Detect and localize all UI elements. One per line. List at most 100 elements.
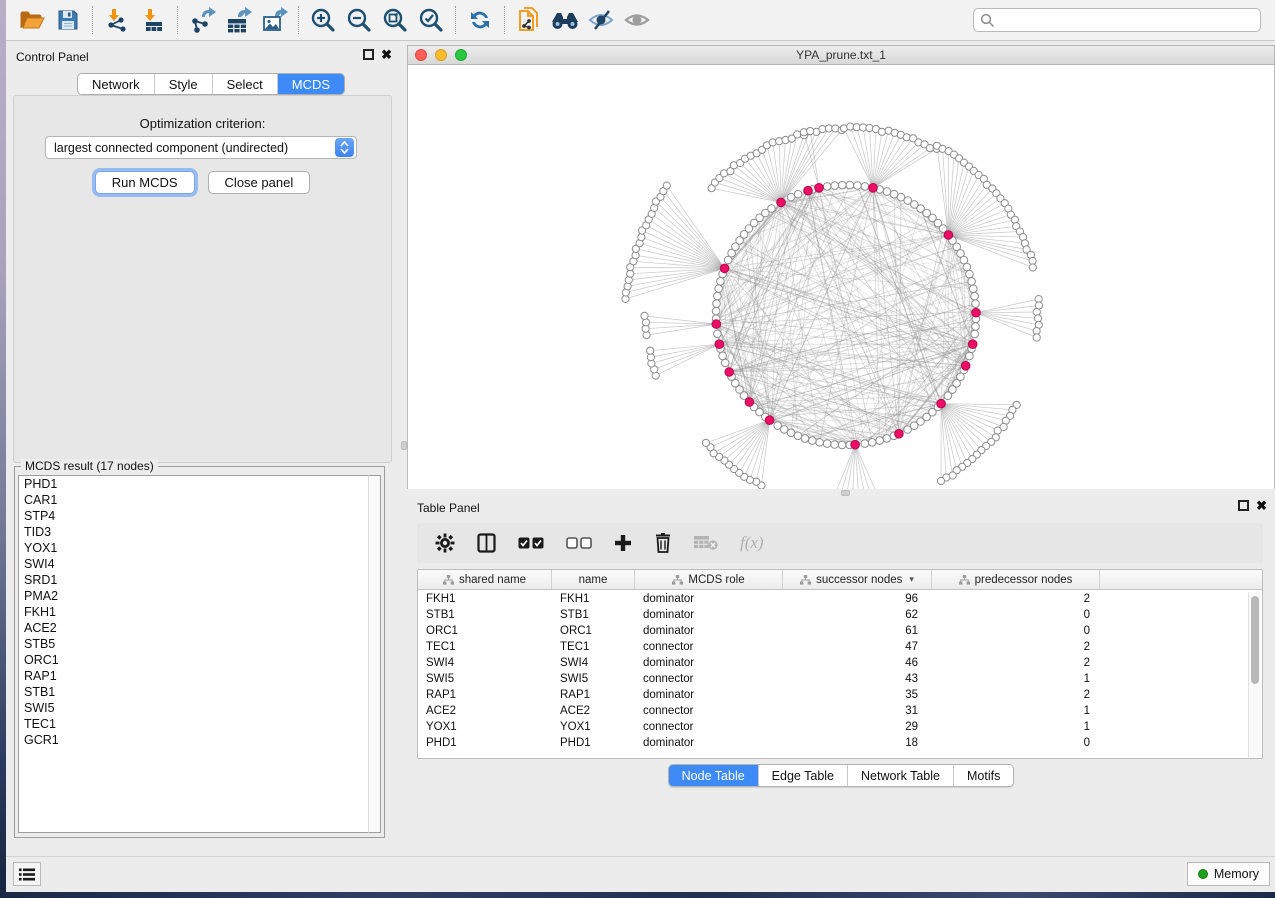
deselect-all-icon[interactable] <box>566 537 592 550</box>
close-panel-icon[interactable]: ✖ <box>1256 500 1267 511</box>
share-network-icon[interactable] <box>511 4 547 36</box>
network-node[interactable] <box>854 182 862 190</box>
column-header-MCDS-role[interactable]: MCDS role <box>635 570 783 589</box>
zoom-in-icon[interactable] <box>305 4 341 36</box>
table-row-FKH1[interactable]: FKH1FKH1dominator962 <box>418 591 1248 607</box>
network-node[interactable] <box>831 182 839 190</box>
hide-graphics-details-icon[interactable] <box>583 4 619 36</box>
network-node[interactable] <box>868 439 876 447</box>
satellite-node[interactable] <box>769 139 776 146</box>
table-row-SWI5[interactable]: SWI5SWI5connector431 <box>418 671 1248 687</box>
satellite-node[interactable] <box>807 128 814 135</box>
mcds-node[interactable] <box>937 399 946 408</box>
mcds-node[interactable] <box>895 430 904 439</box>
network-node[interactable] <box>719 352 727 360</box>
satellite-node[interactable] <box>702 439 709 446</box>
network-node[interactable] <box>876 437 884 445</box>
scrollbar-thumb[interactable] <box>1251 596 1259 684</box>
mcds-result-item[interactable]: PMA2 <box>19 588 369 604</box>
show-columns-icon[interactable] <box>477 533 496 553</box>
satellite-node[interactable] <box>1033 334 1040 341</box>
network-node[interactable] <box>972 323 980 331</box>
table-settings-icon[interactable] <box>435 533 455 553</box>
network-node[interactable] <box>963 263 971 271</box>
table-row-RAP1[interactable]: RAP1RAP1dominator352 <box>418 687 1248 703</box>
network-node[interactable] <box>970 285 978 293</box>
network-node[interactable] <box>721 359 729 367</box>
satellite-node[interactable] <box>903 134 910 141</box>
zoom-fit-icon[interactable] <box>377 4 413 36</box>
network-node[interactable] <box>966 270 974 278</box>
network-node[interactable] <box>966 352 974 360</box>
column-header-successor-nodes[interactable]: successor nodes▾ <box>783 570 932 589</box>
mcds-node[interactable] <box>815 184 824 193</box>
tab-select[interactable]: Select <box>213 74 278 94</box>
network-node[interactable] <box>968 278 976 286</box>
satellite-node[interactable] <box>794 131 801 138</box>
tab-node-table[interactable]: Node Table <box>669 765 759 786</box>
network-node[interactable] <box>801 435 809 443</box>
save-session-icon[interactable] <box>50 4 86 36</box>
network-node[interactable] <box>861 440 869 448</box>
network-node[interactable] <box>839 181 847 189</box>
network-node[interactable] <box>823 440 831 448</box>
delete-row-icon[interactable] <box>654 533 672 553</box>
optimization-criterion-select[interactable]: largest connected component (undirected) <box>45 136 357 159</box>
mcds-result-item[interactable]: ACE2 <box>19 620 369 636</box>
add-row-icon[interactable] <box>614 534 632 552</box>
mcds-node[interactable] <box>765 416 774 425</box>
zoom-selected-icon[interactable] <box>413 4 449 36</box>
delete-table-icon[interactable] <box>694 535 718 551</box>
import-network-icon[interactable] <box>99 4 135 36</box>
mcds-node[interactable] <box>725 368 734 377</box>
network-node[interactable] <box>774 422 782 430</box>
float-panel-icon[interactable] <box>1238 500 1249 511</box>
mcds-result-item[interactable]: STB5 <box>19 636 369 652</box>
satellite-node[interactable] <box>647 347 654 354</box>
mcds-node[interactable] <box>712 320 721 329</box>
column-header-shared-name[interactable]: shared name <box>418 570 552 589</box>
mcds-result-item[interactable]: TID3 <box>19 524 369 540</box>
table-row-STB1[interactable]: STB1STB1dominator620 <box>418 607 1248 623</box>
export-image-icon[interactable] <box>256 4 292 36</box>
network-node[interactable] <box>861 183 869 191</box>
tab-style[interactable]: Style <box>155 74 213 94</box>
mcds-node[interactable] <box>715 340 724 349</box>
network-node[interactable] <box>809 437 817 445</box>
network-node[interactable] <box>714 330 722 338</box>
column-header-name[interactable]: name <box>552 570 635 589</box>
mcds-node[interactable] <box>968 340 977 349</box>
mcds-node[interactable] <box>972 308 981 317</box>
satellite-node[interactable] <box>994 427 1001 434</box>
network-node[interactable] <box>823 183 831 191</box>
network-node[interactable] <box>787 193 795 201</box>
satellite-node[interactable] <box>878 128 885 135</box>
network-node[interactable] <box>816 439 824 447</box>
mcds-result-item[interactable]: STP4 <box>19 508 369 524</box>
network-node[interactable] <box>794 190 802 198</box>
network-node[interactable] <box>883 435 891 443</box>
table-scrollbar[interactable] <box>1248 592 1261 757</box>
table-row-PHD1[interactable]: PHD1PHD1dominator180 <box>418 735 1248 751</box>
mcds-result-item[interactable]: ORC1 <box>19 652 369 668</box>
network-node[interactable] <box>713 300 721 308</box>
search-input[interactable] <box>1000 13 1254 27</box>
mcds-node[interactable] <box>961 362 970 371</box>
refresh-icon[interactable] <box>462 4 498 36</box>
network-node[interactable] <box>717 278 725 286</box>
network-node[interactable] <box>972 300 980 308</box>
table-row-YOX1[interactable]: YOX1YOX1connector291 <box>418 719 1248 735</box>
mcds-node[interactable] <box>745 398 754 407</box>
mcds-result-item[interactable]: SWI4 <box>19 556 369 572</box>
horizontal-splitter[interactable] <box>407 489 1275 496</box>
mcds-result-item[interactable]: YOX1 <box>19 540 369 556</box>
satellite-node[interactable] <box>1029 264 1036 271</box>
tab-edge-table[interactable]: Edge Table <box>759 765 848 786</box>
table-row-TEC1[interactable]: TEC1TEC1connector472 <box>418 639 1248 655</box>
vertical-splitter[interactable] <box>400 41 407 856</box>
network-node[interactable] <box>712 307 720 315</box>
network-node[interactable] <box>846 181 854 189</box>
network-node[interactable] <box>960 256 968 264</box>
satellite-node[interactable] <box>641 312 648 319</box>
table-row-ACE2[interactable]: ACE2ACE2connector311 <box>418 703 1248 719</box>
